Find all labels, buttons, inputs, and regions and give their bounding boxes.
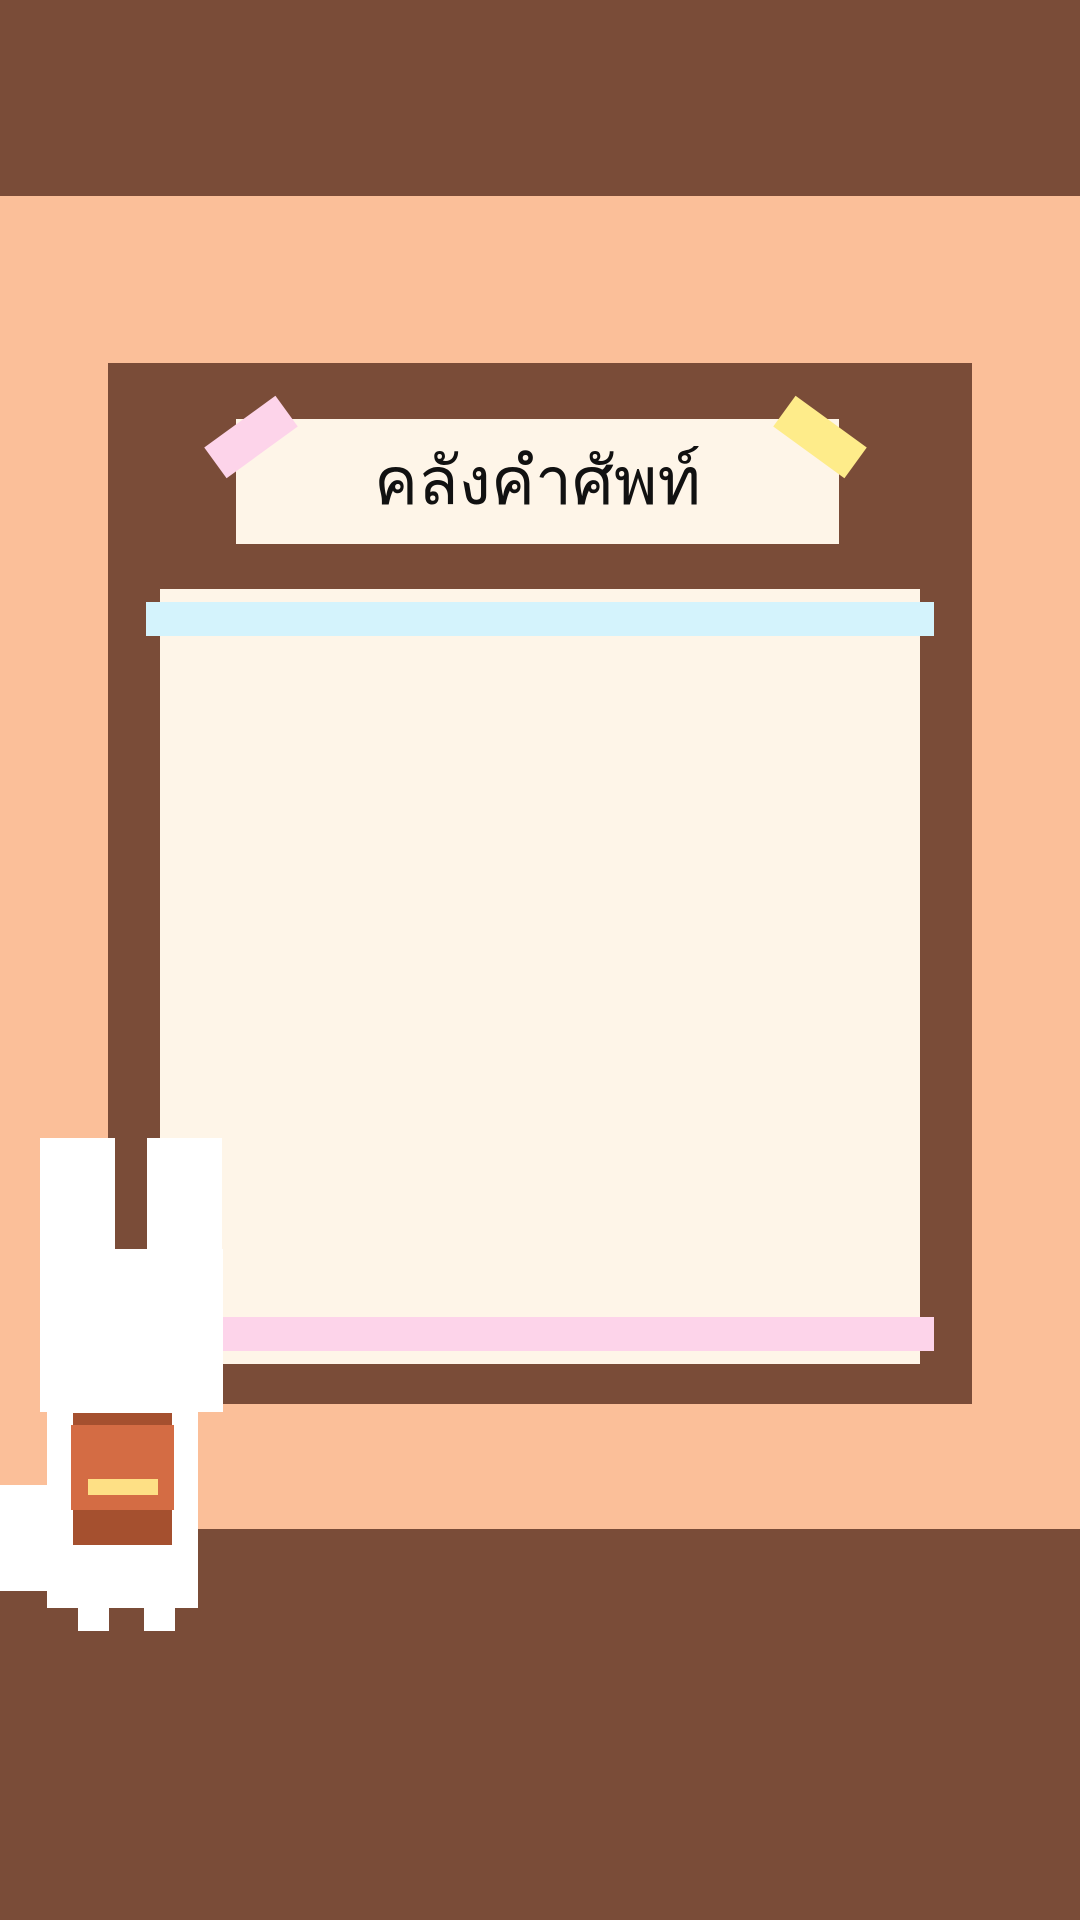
vocabulary-list-area[interactable]	[160, 589, 920, 1364]
backpack-icon	[71, 1425, 174, 1510]
paper-tape-top	[146, 602, 934, 636]
backpack-strap	[88, 1479, 158, 1495]
paper-tape-bottom	[146, 1317, 934, 1351]
bunny-tail	[0, 1485, 52, 1591]
title-card: คลังคำศัพท์	[236, 419, 839, 544]
bunny-foot-right	[144, 1604, 175, 1631]
bunny-ear-left	[40, 1138, 115, 1253]
bunny-mascot-icon	[40, 1249, 223, 1412]
bunny-ear-right	[147, 1138, 222, 1253]
top-band	[0, 0, 1080, 196]
bunny-foot-left	[78, 1604, 109, 1631]
page-title: คลังคำศัพท์	[374, 442, 701, 520]
